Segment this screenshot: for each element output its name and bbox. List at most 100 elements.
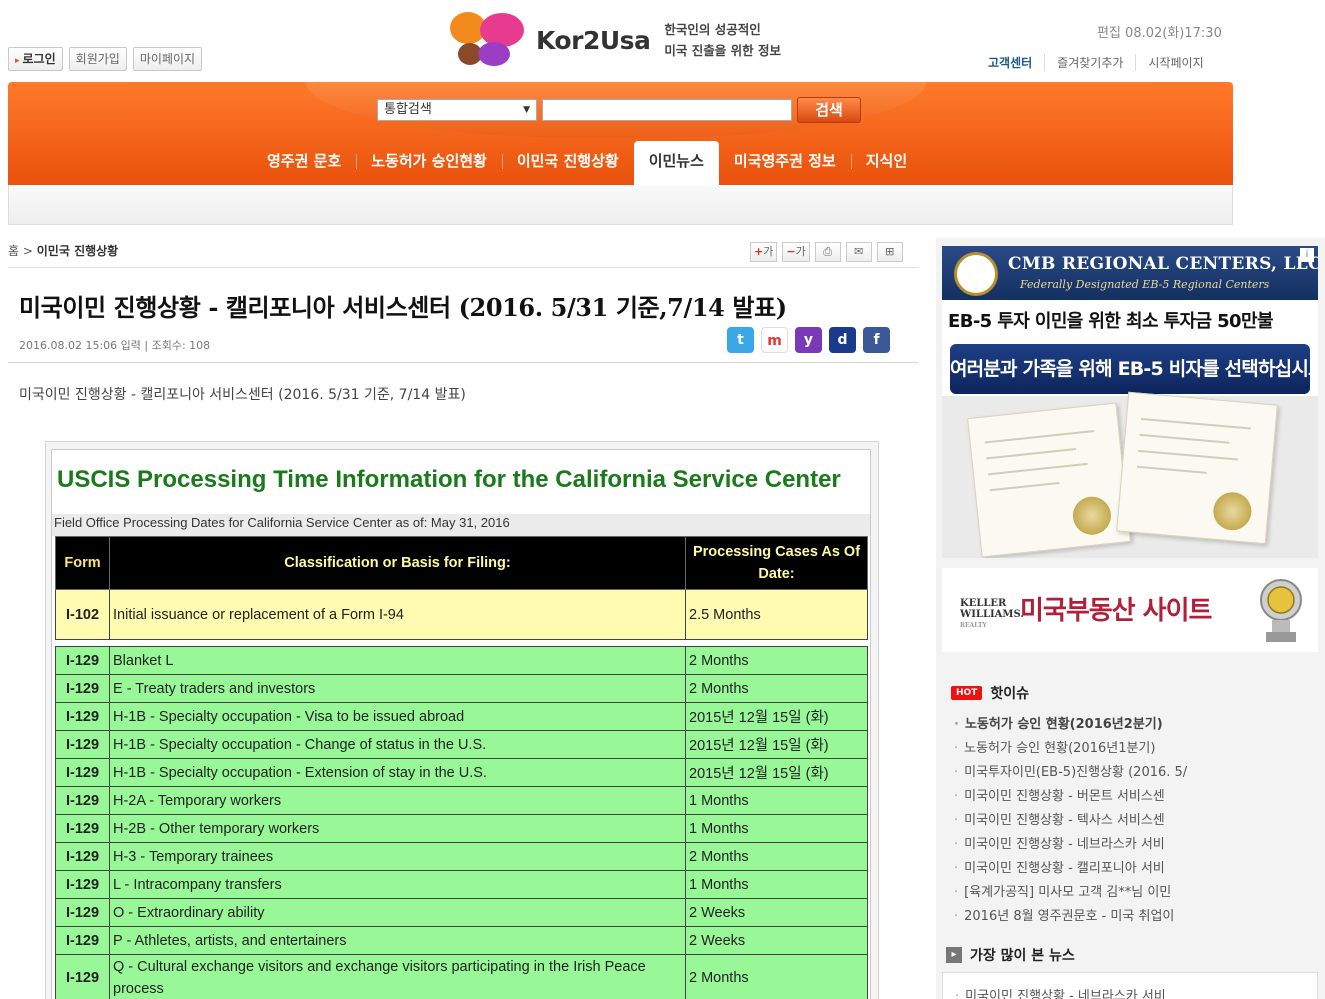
certificate-right [1116,391,1278,545]
list-item[interactable]: 미국이민 진행상황 - 텍사스 서비스센 [954,810,1224,834]
twitter-icon[interactable]: t [727,327,754,353]
table-cell-date: 2 Weeks [685,898,868,927]
table-cell-class: H-2A - Temporary workers [109,786,686,815]
list-item[interactable]: 미국이민 진행상황 - 네브라스카 서비 [954,834,1224,858]
breadcrumb-home[interactable]: 홈 [8,244,19,258]
col-classification: Classification or Basis for Filing: [109,536,686,590]
menu-uscis-status[interactable]: 이민국 진행상황 [501,141,634,185]
homepage-link[interactable]: 시작페이지 [1135,54,1215,71]
mypage-button[interactable]: 마이페이지 [132,47,203,71]
divider [8,362,918,363]
realty-ad-text: 미국부동산 사이트 [1020,596,1212,626]
butterfly-logo-icon [450,12,524,66]
menu-labor-cert[interactable]: 노동허가 승인현황 [356,141,502,185]
table-cell-date: 2 Months [685,674,868,703]
table-row: I-129 H-1B - Specialty occupation - Chang… [55,730,868,759]
hot-badge: HOT [951,686,983,700]
search-input[interactable] [542,99,792,121]
sub-menu-bar [8,185,1233,225]
logo-name: Kor2Usa [536,25,651,55]
cmb-name: CMB REGIONAL CENTERS, LLC [1008,254,1318,274]
breadcrumb-sep: > [22,244,33,258]
list-item[interactable]: 미국이민 진행상황 - 캘리포니아 서비 [954,858,1224,882]
me2day-icon[interactable]: m [761,327,788,353]
table-row: I-129 H-1B - Specialty occupation - Visa … [55,702,868,731]
table-cell-date: 2 Weeks [685,926,868,955]
kw-brand-2: WILLIAMS. [960,609,1024,620]
menu-visa-bulletin[interactable]: 영주권 문호 [252,141,356,185]
list-item[interactable]: 노동허가 승인 현황(2016년1분기) [954,738,1224,762]
yozm-icon[interactable]: y [795,327,822,353]
list-item[interactable]: 2016년 8월 영주권문호 - 미국 취업이 [954,906,1224,930]
table-cell-class: H-3 - Temporary trainees [109,842,686,871]
table-cell-date: 2 Months [685,646,868,675]
menu-qna[interactable]: 지식인 [850,141,922,185]
table-row: I-129 P - Athletes, artists, and entertai… [55,926,868,955]
article-tools: +가 −가 ⎙ ✉ ⊞ [750,242,903,262]
cmb-ad-banner[interactable]: CMB REGIONAL CENTERS, LLC Federally Desi… [942,246,1318,558]
table-row: I-102 Initial issuance or replacement of … [55,589,868,640]
table-cell-form: I-129 [55,926,110,955]
divider [8,267,918,268]
site-logo[interactable]: Kor2Usa 한국인의 성공적인 미국 진출을 위한 정보 [446,8,781,72]
logo-tagline-2: 미국 진출을 위한 정보 [664,43,781,58]
menu-immigration-news[interactable]: 이민뉴스 [633,141,719,185]
signup-button[interactable]: 회원가입 [68,47,127,71]
bookmark-link[interactable]: 즐겨찾기추가 [1044,54,1135,71]
table-cell-date: 1 Months [685,870,868,899]
table-cell-date: 1 Months [685,814,868,843]
table-cell-form: I-129 [55,674,110,703]
most-viewed-list: 미국이민 진행상황 - 네브라스카 서비 [942,972,1318,999]
search-scope-value: 통합검색 [384,102,432,117]
realty-ad-banner[interactable]: KELLER WILLIAMS. REALTY 미국부동산 사이트 [942,568,1318,652]
dropdown-arrow-icon: ▼ [523,105,530,115]
list-item[interactable]: 미국이민 진행상황 - 버몬트 서비스센 [954,786,1224,810]
table-cell-class: H-2B - Other temporary workers [109,814,686,843]
table-cell-class: H-1B - Specialty occupation - Extension … [109,758,686,787]
table-cell-class: L - Intracompany transfers [109,870,686,899]
menu-greencard-info[interactable]: 미국영주권 정보 [719,141,851,185]
table-row: I-129 Blanket L2 Months [55,646,868,675]
table-cell-class: Blanket L [109,646,686,675]
font-decrease-button[interactable]: −가 [782,242,810,262]
hot-issue-title: 핫이슈 [990,686,1029,702]
search-scope-select[interactable]: 통합검색 ▼ [377,99,537,121]
table-cell-date: 2 Months [685,954,868,999]
table-cell-date: 2015년 12월 15일 (화) [685,758,868,787]
table-cell-date: 2.5 Months [685,589,868,640]
scrap-icon[interactable]: ⊞ [876,242,903,262]
font-increase-button[interactable]: +가 [750,242,778,262]
ad-info-icon[interactable]: i [1300,248,1314,262]
trophy-icon [1260,579,1302,642]
print-icon[interactable]: ⎙ [814,242,841,262]
list-item[interactable]: 노동허가 승인 현황(2016년2분기) [954,714,1224,738]
table-cell-class: P - Athletes, artists, and entertainers [109,926,686,955]
hot-issue-header: HOT 핫이슈 [951,683,1029,703]
login-label: 로그인 [22,52,56,66]
table-cell-form: I-129 [55,758,110,787]
table-cell-class: E - Treaty traders and investors [109,674,686,703]
list-item[interactable]: [육계가공직] 미사모 고객 김**님 이민 [954,882,1224,906]
search-button[interactable]: 검색 [797,97,861,123]
breadcrumb-section[interactable]: 이민국 진행상황 [37,244,118,258]
delicious-icon[interactable]: d [829,327,856,353]
facebook-icon[interactable]: f [863,327,890,353]
chevron-right-icon: ▸ [946,947,962,963]
login-button[interactable]: ▸ 로그인 [8,47,63,71]
table-spacer [55,639,868,647]
table-cell-class: H-1B - Specialty occupation - Change of … [109,730,686,759]
table-row: I-129 L - Intracompany transfers 1 Months [55,870,868,899]
list-item[interactable]: 미국이민 진행상황 - 네브라스카 서비 [955,985,1317,999]
table-cell-class: O - Extraordinary ability [109,898,686,927]
table-cell-class: Initial issuance or replacement of a For… [109,589,686,640]
share-buttons: t m y d f [727,327,890,353]
sheet-subtitle: Field Office Processing Dates for Califo… [52,514,870,536]
customer-center-link[interactable]: 고객센터 [988,54,1044,71]
font-increase-label: 가 [763,245,774,258]
list-item[interactable]: 미국투자이민(EB-5)진행상황 (2016. 5/ [954,762,1224,786]
table-row: I-129 H-2B - Other temporary workers 1 Mon… [55,814,868,843]
email-icon[interactable]: ✉ [845,242,872,262]
most-viewed-title: 가장 많이 본 뉴스 [970,948,1075,964]
logo-tagline: 한국인의 성공적인 미국 진출을 위한 정보 [664,19,781,61]
table-row: I-129 H-1B - Specialty occupation - Exten… [55,758,868,787]
